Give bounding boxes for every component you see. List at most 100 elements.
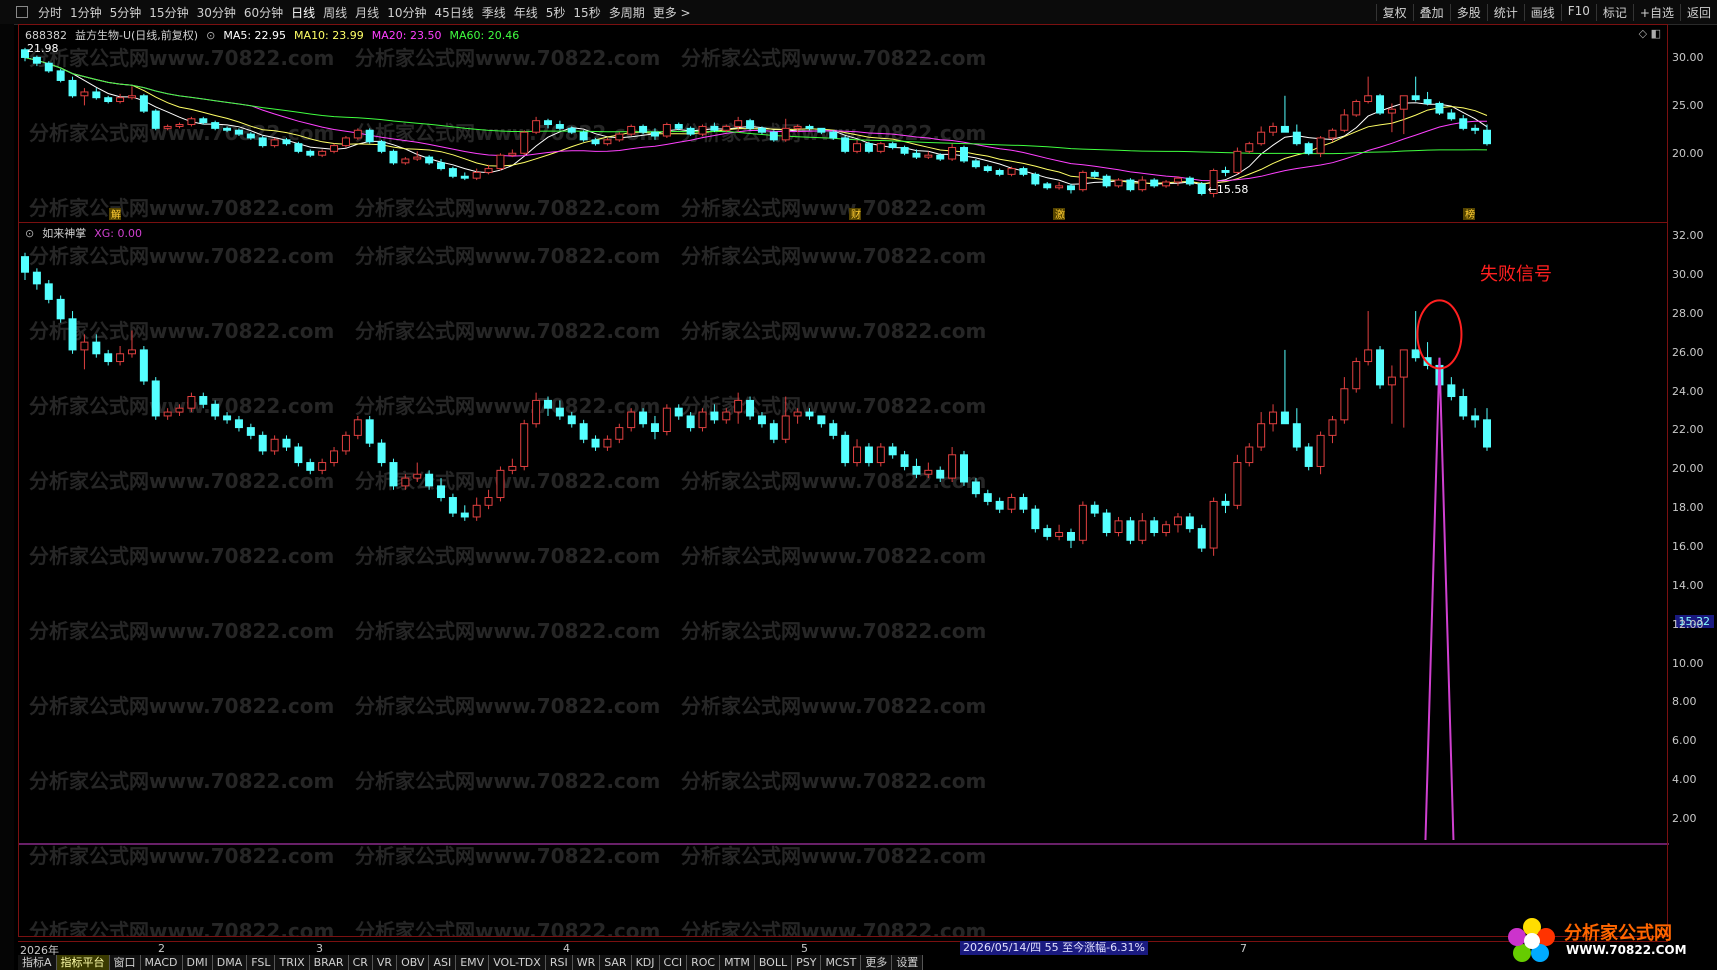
p1-watermark-2-0: 分析家公式网www.70822.com bbox=[29, 196, 334, 220]
indicator-panel[interactable]: ⊙ 如来神掌 XG: 0.00 分析家公式网www.70822.com 分析家公式… bbox=[18, 222, 1669, 937]
p1-body-51 bbox=[627, 125, 636, 135]
indicator-tab-18[interactable]: KDJ bbox=[631, 955, 660, 970]
indicator-tab-17[interactable]: SAR bbox=[600, 955, 632, 970]
indicator-tab-24[interactable]: MCST bbox=[821, 955, 862, 970]
indicator-tab-1[interactable]: 指标平台 bbox=[56, 955, 110, 970]
p1-body-28 bbox=[353, 129, 362, 139]
p2-body-46 bbox=[567, 415, 576, 425]
toolbar-button-2[interactable]: 多股 bbox=[1449, 3, 1487, 21]
p2-body-31 bbox=[389, 462, 398, 487]
period-tab-6[interactable]: 日线 bbox=[287, 4, 319, 21]
indicator-chart[interactable]: 分析家公式网www.70822.com 分析家公式网www.70822.com 分析… bbox=[19, 223, 1669, 936]
kline-chart[interactable]: 分析家公式网www.70822.com 分析家公式网www.70822.com 分析… bbox=[19, 25, 1669, 222]
p1-watermark-0-1: 分析家公式网www.70822.com bbox=[355, 46, 660, 70]
indicator-tab-21[interactable]: MTM bbox=[720, 955, 755, 970]
indicator-tab-20[interactable]: ROC bbox=[687, 955, 721, 970]
p2-body-55 bbox=[674, 407, 683, 417]
period-tab-3[interactable]: 15分钟 bbox=[145, 4, 192, 21]
indicator-tab-9[interactable]: CR bbox=[348, 955, 373, 970]
toolbar-button-4[interactable]: 画线 bbox=[1523, 3, 1561, 21]
p1-body-112 bbox=[1352, 101, 1361, 116]
failure-signal-annotation: 失败信号 bbox=[1480, 264, 1552, 285]
p1-body-14 bbox=[187, 118, 196, 126]
p2-body-33 bbox=[413, 473, 422, 479]
indicator-tab-11[interactable]: OBV bbox=[397, 955, 430, 970]
indicator-tab-0[interactable]: 指标A bbox=[18, 955, 57, 970]
p2-body-95 bbox=[1150, 520, 1159, 534]
indicator-tab-26[interactable]: 设置 bbox=[892, 955, 924, 970]
period-tab-2[interactable]: 5分钟 bbox=[106, 4, 146, 21]
indicator-tab-16[interactable]: WR bbox=[572, 955, 601, 970]
p2-body-34 bbox=[425, 473, 434, 487]
p2-body-70 bbox=[853, 446, 862, 464]
p1-body-9 bbox=[127, 95, 136, 99]
period-tab-15[interactable]: 多周期 bbox=[605, 4, 649, 21]
indicator-tab-12[interactable]: ASI bbox=[429, 955, 457, 970]
p1-body-32 bbox=[401, 158, 410, 164]
p1-body-60 bbox=[734, 120, 743, 127]
indicator-tab-7[interactable]: TRIX bbox=[275, 955, 310, 970]
indicator-tab-4[interactable]: DMI bbox=[182, 955, 213, 970]
p2-watermark-1-1: 分析家公式网www.70822.com bbox=[355, 319, 660, 343]
p2-body-87 bbox=[1055, 532, 1064, 537]
p2-watermark-5-0: 分析家公式网www.70822.com bbox=[29, 619, 334, 643]
period-tab-16[interactable]: 更多 > bbox=[649, 4, 695, 21]
indicator-tab-22[interactable]: BOLL bbox=[754, 955, 793, 970]
p1-body-65 bbox=[793, 125, 802, 129]
indicator-tab-15[interactable]: RSI bbox=[545, 955, 573, 970]
p1-body-19 bbox=[246, 133, 255, 139]
kline-panel[interactable]: 688382 益方生物-U(日线,前复权) ⊙ MA5: 22.95 MA10:… bbox=[18, 24, 1668, 223]
toolbar-button-6[interactable]: 标记 bbox=[1595, 3, 1633, 21]
p1-watermark-0-2: 分析家公式网www.70822.com bbox=[681, 46, 986, 70]
period-tab-13[interactable]: 5秒 bbox=[542, 4, 570, 21]
toolbar-button-3[interactable]: 统计 bbox=[1486, 3, 1524, 21]
layout-toggle-icon[interactable] bbox=[16, 6, 28, 18]
p2-body-110 bbox=[1328, 419, 1337, 436]
p1-body-50 bbox=[615, 133, 624, 141]
indicator-tab-3[interactable]: MACD bbox=[140, 955, 183, 970]
period-tab-8[interactable]: 月线 bbox=[351, 4, 383, 21]
period-tab-1[interactable]: 1分钟 bbox=[66, 4, 106, 21]
period-tab-4[interactable]: 30分钟 bbox=[193, 4, 240, 21]
p1-body-98 bbox=[1185, 177, 1194, 185]
indicator-tab-2[interactable]: 窗口 bbox=[109, 955, 141, 970]
indicator-axis-label-15: 2.00 bbox=[1672, 812, 1697, 825]
p2-body-21 bbox=[270, 438, 279, 452]
toolbar-button-1[interactable]: 叠加 bbox=[1412, 3, 1450, 21]
p1-body-91 bbox=[1102, 175, 1111, 187]
indicator-tab-23[interactable]: PSY bbox=[792, 955, 822, 970]
p2-body-114 bbox=[1376, 349, 1385, 386]
period-tab-9[interactable]: 10分钟 bbox=[383, 4, 430, 21]
period-tab-10[interactable]: 45日线 bbox=[430, 4, 477, 21]
period-tab-11[interactable]: 季线 bbox=[478, 4, 510, 21]
p2-body-92 bbox=[1114, 520, 1123, 534]
p1-body-11 bbox=[151, 110, 160, 129]
p1-body-102 bbox=[1233, 150, 1242, 173]
period-tab-12[interactable]: 年线 bbox=[510, 4, 542, 21]
indicator-tab-6[interactable]: FSL bbox=[247, 955, 276, 970]
p2-body-103 bbox=[1245, 446, 1254, 464]
toolbar-button-7[interactable]: +自选 bbox=[1632, 3, 1680, 21]
p1-watermark-0-0: 分析家公式网www.70822.com bbox=[29, 46, 334, 70]
period-tab-14[interactable]: 15秒 bbox=[569, 4, 604, 21]
toolbar-button-8[interactable]: 返回 bbox=[1679, 3, 1717, 21]
period-tab-7[interactable]: 周线 bbox=[319, 4, 351, 21]
p1-body-12 bbox=[163, 125, 172, 129]
period-tab-5[interactable]: 60分钟 bbox=[240, 4, 287, 21]
p1-watermark-2-1: 分析家公式网www.70822.com bbox=[355, 196, 660, 220]
toolbar-button-5[interactable]: F10 bbox=[1560, 3, 1596, 21]
p2-body-1 bbox=[32, 271, 41, 285]
indicator-tab-5[interactable]: DMA bbox=[212, 955, 248, 970]
indicator-tab-10[interactable]: VR bbox=[372, 955, 398, 970]
period-tab-0[interactable]: 分时 bbox=[34, 4, 66, 21]
indicator-tab-8[interactable]: BRAR bbox=[309, 955, 349, 970]
indicator-tab-19[interactable]: CCI bbox=[659, 955, 688, 970]
toolbar-button-0[interactable]: 复权 bbox=[1375, 3, 1413, 21]
p2-body-121 bbox=[1459, 396, 1468, 417]
indicator-tab-14[interactable]: VOL-TDX bbox=[489, 955, 546, 970]
indicator-tab-13[interactable]: EMV bbox=[456, 955, 490, 970]
p2-watermark-4-1: 分析家公式网www.70822.com bbox=[355, 544, 660, 568]
indicator-tab-25[interactable]: 更多 bbox=[861, 955, 893, 970]
p1-body-1 bbox=[32, 56, 41, 64]
p1-body-45 bbox=[555, 124, 564, 129]
